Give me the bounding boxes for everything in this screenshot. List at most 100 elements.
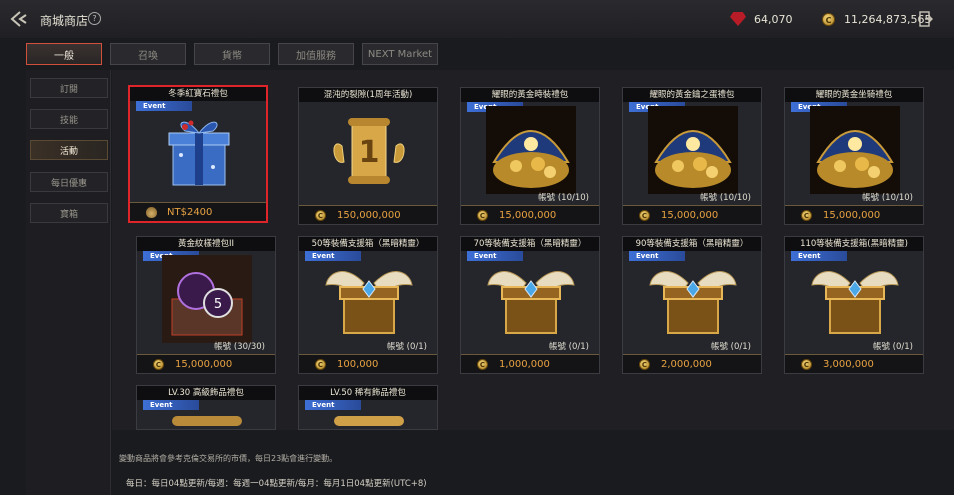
help-icon[interactable]: ?	[88, 12, 101, 25]
accessory-scroll-icon	[172, 416, 242, 426]
money-sack-icon	[146, 206, 157, 218]
product-title: 110等裝備支援箱(黑暗精靈)	[785, 237, 923, 251]
product-title: 90等裝備支援箱（黑暗精靈）	[623, 237, 761, 251]
account-limit: 帳號 (0/1)	[872, 342, 913, 352]
gold-treasure-icon	[810, 106, 900, 194]
gold-coin-icon: C	[801, 358, 812, 370]
account-limit: 帳號 (30/30)	[214, 342, 265, 352]
product-title: 黃金紋樣禮包II	[137, 237, 275, 251]
tab-next-market[interactable]: NEXT Market	[362, 43, 438, 65]
page-title: 商城商店	[40, 14, 89, 28]
golden-scroll-icon: 1	[333, 118, 405, 184]
price: 3,000,000	[823, 358, 874, 370]
gift-box-icon	[168, 120, 230, 186]
price: 2,000,000	[661, 358, 712, 370]
gold-currency: C 11,264,873,565	[822, 11, 931, 27]
ruby-currency: 64,070	[730, 11, 793, 27]
svg-text:1: 1	[359, 135, 380, 170]
product-card[interactable]: 110等裝備支援箱(黑暗精靈) Event 帳號 (0/1) C 3,000,0…	[784, 236, 924, 374]
gold-coin-icon: C	[153, 358, 164, 370]
price: 150,000,000	[337, 209, 401, 221]
accessory-scroll-icon	[334, 416, 404, 426]
product-title: 冬季紅寶石禮包	[130, 87, 266, 101]
gold-coin-icon: C	[801, 209, 812, 221]
product-title: 70等裝備支援箱（黑暗精靈）	[461, 237, 599, 251]
reset-schedule-note: 每日：每日04點更新/每週：每週一04點更新/每月：每月1日04點更新(UTC+…	[126, 479, 427, 489]
sidebar-item-daily-deals[interactable]: 每日優惠	[30, 172, 108, 192]
top-bar: 商城商店 ? 64,070 C 11,264,873,565	[0, 0, 954, 38]
product-card[interactable]: 混沌的裂隙(1周年活動) 1 C 150,000,000	[298, 87, 438, 225]
price-row: C 15,000,000	[623, 206, 761, 224]
gold-coin-icon: C	[315, 358, 326, 370]
sidebar-item-skill[interactable]: 技能	[30, 109, 108, 129]
price-row: C 100,000	[299, 355, 437, 373]
ruby-amount: 64,070	[754, 12, 793, 26]
price-row: C 15,000,000	[785, 206, 923, 224]
winged-chest-icon	[325, 271, 413, 334]
sidebar-item-event[interactable]: 活動	[30, 140, 108, 160]
product-card[interactable]: 70等裝備支援箱（黑暗精靈） Event 帳號 (0/1) C 1,000,00…	[460, 236, 600, 374]
sidebar-item-subscription[interactable]: 訂閱	[30, 78, 108, 98]
sidebar-item-chest[interactable]: 寶箱	[30, 203, 108, 223]
price-row: C 2,000,000	[623, 355, 761, 373]
price-row: C 3,000,000	[785, 355, 923, 373]
gold-treasure-icon	[648, 106, 738, 194]
gold-treasure-icon	[486, 106, 576, 194]
product-title: 耀眼的黃金鑰之蛋禮包	[623, 88, 761, 102]
winged-chest-icon	[811, 271, 899, 334]
product-card[interactable]: 耀眼的黃金時裝禮包 Event 帳號 (10/10) C 15,000,000	[460, 87, 600, 225]
price: NT$2400	[167, 206, 213, 218]
price-row: C 150,000,000	[299, 206, 437, 224]
tab-premium-service[interactable]: 加值服務	[278, 43, 354, 65]
product-title: 耀眼的黃金時裝禮包	[461, 88, 599, 102]
exit-icon[interactable]	[919, 11, 933, 27]
account-limit: 帳號 (10/10)	[700, 193, 751, 203]
category-tabs: 一般 召喚 貨幣 加值服務 NEXT Market	[26, 43, 446, 65]
product-title: 混沌的裂隙(1周年活動)	[299, 88, 437, 102]
product-card[interactable]: 冬季紅寶石禮包 Event NT$2400	[128, 85, 268, 223]
product-card[interactable]: 耀眼的黃金鑰之蛋禮包 Event 帳號 (10/10) C 15,000,000	[622, 87, 762, 225]
price: 15,000,000	[175, 358, 233, 370]
svg-text:5: 5	[214, 297, 222, 312]
gold-coin-icon: C	[822, 12, 835, 26]
product-card[interactable]: LV.50 稀有飾品禮包 Event	[298, 385, 438, 430]
tab-summon[interactable]: 召喚	[110, 43, 186, 65]
product-card[interactable]: 50等裝備支援箱（黑暗精靈） Event 帳號 (0/1) C 100,000	[298, 236, 438, 374]
sidebar: 訂閱 技能 活動 每日優惠 寶箱	[26, 70, 111, 495]
account-limit: 帳號 (10/10)	[862, 193, 913, 203]
price: 100,000	[337, 358, 379, 370]
price-change-note: 變動商品將會參考克倫交易所的市價，每日23點會進行變動。	[119, 454, 338, 463]
gold-coin-icon: C	[477, 209, 488, 221]
price-row: NT$2400	[130, 203, 266, 221]
product-card[interactable]: 耀眼的黃金坐騎禮包 Event 帳號 (10/10) C 15,000,000	[784, 87, 924, 225]
tab-currency[interactable]: 貨幣	[194, 43, 270, 65]
price: 1,000,000	[499, 358, 550, 370]
price: 15,000,000	[823, 209, 881, 221]
product-title: LV.50 稀有飾品禮包	[299, 386, 437, 400]
price-row: C 15,000,000	[461, 206, 599, 224]
price: 15,000,000	[661, 209, 719, 221]
ruby-icon	[730, 12, 746, 26]
price-row: C 15,000,000	[137, 355, 275, 373]
gold-coin-icon: C	[639, 358, 650, 370]
product-card[interactable]: 黃金紋樣禮包II Event 5 帳號 (30/30) C 15,000,000	[136, 236, 276, 374]
account-limit: 帳號 (0/1)	[710, 342, 751, 352]
product-card[interactable]: LV.30 高級飾品禮包 Event	[136, 385, 276, 430]
price-row: C 1,000,000	[461, 355, 599, 373]
product-title: 耀眼的黃金坐騎禮包	[785, 88, 923, 102]
rune-chest-icon: 5	[162, 255, 252, 343]
winged-chest-icon	[487, 271, 575, 334]
gold-coin-icon: C	[639, 209, 650, 221]
winged-chest-icon	[649, 271, 737, 334]
account-limit: 帳號 (0/1)	[386, 342, 427, 352]
gold-coin-icon: C	[477, 358, 488, 370]
back-arrow-icon[interactable]	[10, 10, 32, 28]
product-title: 50等裝備支援箱（黑暗精靈）	[299, 237, 437, 251]
product-title: LV.30 高級飾品禮包	[137, 386, 275, 400]
account-limit: 帳號 (10/10)	[538, 193, 589, 203]
account-limit: 帳號 (0/1)	[548, 342, 589, 352]
tab-general[interactable]: 一般	[26, 43, 102, 65]
gold-coin-icon: C	[315, 209, 326, 221]
price: 15,000,000	[499, 209, 557, 221]
product-card[interactable]: 90等裝備支援箱（黑暗精靈） Event 帳號 (0/1) C 2,000,00…	[622, 236, 762, 374]
